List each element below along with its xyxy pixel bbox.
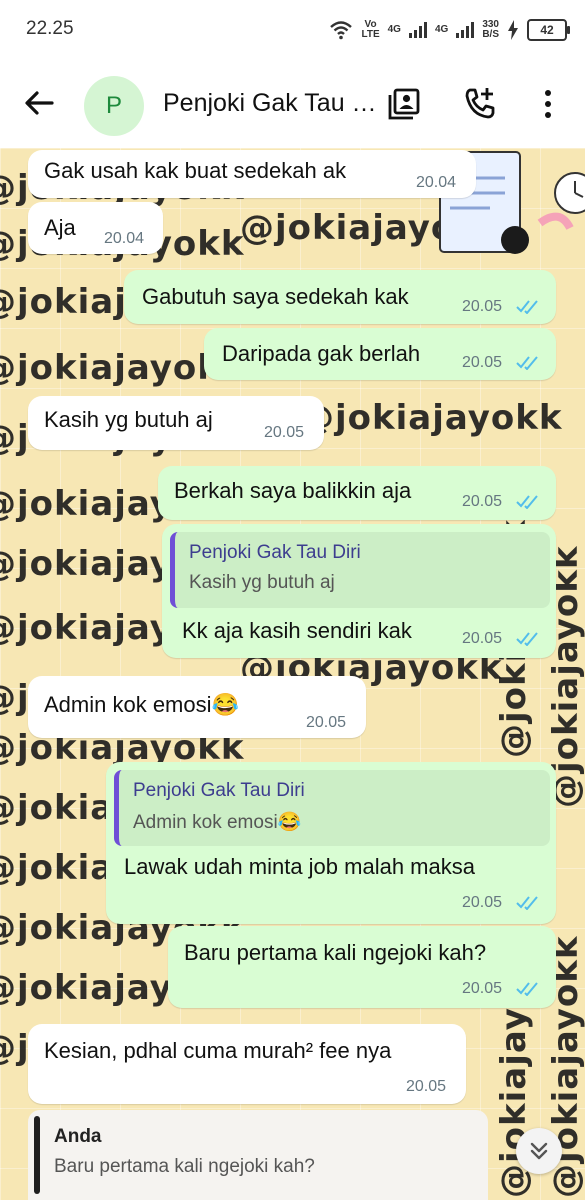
- scroll-to-bottom-button[interactable]: [516, 1128, 562, 1174]
- battery-icon: 42: [527, 19, 570, 41]
- message-time: 20.05: [462, 980, 503, 997]
- reply-preview[interactable]: Anda Baru pertama kali ngejoki kah?: [28, 1110, 488, 1200]
- network-1-label: 4G: [387, 24, 401, 35]
- read-receipt-icon: [516, 632, 538, 646]
- message-time: 20.05: [462, 630, 503, 647]
- reply-accent-bar: [34, 1116, 40, 1194]
- message-time: 20.05: [462, 354, 503, 371]
- wifi-icon: [330, 21, 353, 40]
- quoted-message[interactable]: Penjoki Gak Tau Diri Kasih yg butuh aj: [170, 532, 550, 608]
- message-time: 20.05: [264, 424, 305, 441]
- message-time: 20.05: [462, 493, 503, 510]
- chat-area[interactable]: @jokiajayokk @jokiajayokk @jokiajayokk @…: [0, 148, 585, 1200]
- message-bubble-incoming[interactable]: Kasih yg butuh aj 20.05: [28, 396, 324, 450]
- more-options-button[interactable]: [528, 84, 568, 124]
- quoted-text: Kasih yg butuh aj: [189, 572, 335, 593]
- charging-icon: [508, 20, 518, 40]
- message-bubble-incoming[interactable]: Gak usah kak buat sedekah ak 20.04: [28, 150, 476, 198]
- message-text: Baru pertama kali ngejoki kah?: [184, 940, 487, 965]
- quoted-sender: Penjoki Gak Tau Diri: [189, 542, 361, 563]
- message-bubble-outgoing-reply[interactable]: Penjoki Gak Tau Diri Kasih yg butuh aj K…: [162, 524, 556, 658]
- reply-text: Baru pertama kali ngejoki kah?: [54, 1156, 315, 1177]
- chat-header: P Penjoki Gak Tau Diri: [0, 60, 585, 148]
- message-time: 20.05: [406, 1078, 447, 1095]
- more-vertical-icon: [545, 90, 551, 118]
- status-icons: Vo LTE 4G 4G 330 B/S 42: [329, 14, 570, 46]
- status-time: 22.25: [26, 18, 74, 39]
- message-bubble-incoming[interactable]: Aja 20.04: [28, 202, 163, 254]
- message-text: Admin kok emosi😂: [44, 692, 239, 717]
- back-arrow-icon[interactable]: [22, 86, 56, 120]
- message-bubble-outgoing[interactable]: Gabutuh saya sedekah kak 20.05: [124, 270, 556, 324]
- message-text: Berkah saya balikkin aja: [174, 478, 412, 503]
- message-text: Daripada gak berlah: [222, 341, 421, 366]
- message-time: 20.05: [462, 894, 503, 911]
- message-text: Lawak udah minta job malah maksa: [124, 854, 475, 879]
- read-receipt-icon: [516, 300, 538, 314]
- contact-avatar[interactable]: P: [84, 76, 144, 136]
- message-bubble-outgoing[interactable]: Daripada gak berlah 20.05: [204, 328, 556, 380]
- network-2-label: 4G: [434, 24, 449, 35]
- read-receipt-icon: [516, 495, 538, 509]
- quoted-message[interactable]: Penjoki Gak Tau Diri Admin kok emosi😂: [114, 770, 550, 846]
- message-bubble-outgoing[interactable]: Baru pertama kali ngejoki kah? 20.05: [168, 926, 556, 1008]
- network-speed: 330 B/S: [482, 19, 499, 40]
- message-time: 20.04: [104, 230, 145, 247]
- reply-sender: Anda: [54, 1126, 102, 1147]
- message-text: Kasih yg butuh aj: [44, 407, 213, 432]
- message-text: Kk aja kasih sendiri kak: [182, 618, 412, 643]
- message-time: 20.04: [416, 174, 457, 191]
- message-bubble-incoming[interactable]: Kesian, pdhal cuma murah² fee nya 20.05: [28, 1024, 466, 1104]
- contact-card-button[interactable]: [384, 84, 424, 124]
- read-receipt-icon: [516, 896, 538, 910]
- watermark-text: @jokiajayokk: [300, 398, 563, 438]
- message-bubble-outgoing[interactable]: Berkah saya balikkin aja 20.05: [158, 466, 556, 520]
- phone-add-icon: [465, 88, 495, 119]
- message-bubble-incoming[interactable]: Admin kok emosi😂 20.05: [28, 676, 366, 738]
- read-receipt-icon: [516, 356, 538, 370]
- message-text: Gabutuh saya sedekah kak: [142, 284, 409, 309]
- quoted-text: Admin kok emosi😂: [133, 812, 302, 833]
- signal-1-icon: [408, 22, 427, 38]
- contact-card-icon: [388, 88, 420, 120]
- chat-title[interactable]: Penjoki Gak Tau Diri: [163, 89, 378, 118]
- signal-2-icon: [456, 22, 475, 38]
- message-time: 20.05: [462, 298, 503, 315]
- call-button[interactable]: [460, 84, 500, 124]
- message-text: Gak usah kak buat sedekah ak: [44, 158, 347, 183]
- message-bubble-outgoing-reply[interactable]: Penjoki Gak Tau Diri Admin kok emosi😂 La…: [106, 762, 556, 924]
- status-bar: 22.25 Vo LTE 4G 4G 330 B/S 42: [0, 0, 585, 60]
- message-time: 20.05: [306, 714, 347, 731]
- double-chevron-down-icon: [530, 1142, 548, 1160]
- read-receipt-icon: [516, 982, 538, 996]
- message-text: Kesian, pdhal cuma murah² fee nya: [44, 1038, 392, 1063]
- volte-label: Vo LTE: [361, 19, 380, 40]
- quoted-sender: Penjoki Gak Tau Diri: [133, 780, 305, 801]
- message-text: Aja: [44, 215, 76, 240]
